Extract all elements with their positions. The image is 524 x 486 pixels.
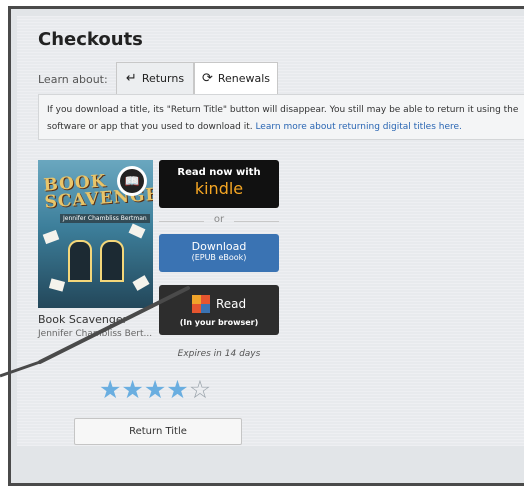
cover-paper — [132, 275, 150, 291]
cover-author: Jennifer Chambliss Bertman — [60, 214, 150, 223]
tab-renewals-label: Renewals — [217, 72, 271, 85]
star-rating[interactable]: ★★★★☆ — [99, 377, 211, 402]
tab-returns-label: Returns — [141, 72, 185, 85]
star-full-icon[interactable]: ★ — [166, 375, 188, 404]
page-title: Checkouts — [38, 29, 143, 50]
book-title[interactable]: Book Scavenger — [38, 313, 127, 326]
read-browser-icon — [192, 295, 210, 313]
open-book-icon: 📖 — [120, 169, 144, 193]
read-button-line2: (In your browser) — [179, 318, 259, 327]
read-with-kindle-button[interactable]: Read now with kindle — [159, 160, 279, 208]
return-title-button[interactable]: Return Title — [74, 418, 242, 445]
star-full-icon[interactable]: ★ — [121, 375, 143, 404]
cover-paper — [42, 229, 60, 245]
cover-window — [100, 240, 124, 282]
return-info-box: If you download a title, its "Return Tit… — [38, 94, 524, 140]
learn-about-label: Learn about: — [38, 73, 108, 86]
return-arrow-icon: ↵ — [125, 71, 137, 86]
cover-paper — [128, 223, 146, 239]
star-full-icon[interactable]: ★ — [99, 375, 121, 404]
read-button-line1: Read — [216, 297, 247, 311]
or-text: or — [213, 214, 225, 225]
or-divider: or — [159, 214, 279, 228]
download-button-line1: Download — [191, 240, 247, 253]
tab-returns[interactable]: ↵ Returns — [116, 62, 194, 94]
book-cover[interactable]: BOOK SCAVENGER Jennifer Chambliss Bertma… — [38, 160, 153, 308]
kindle-logo-text: kindle — [194, 179, 244, 198]
ebook-badge: 📖 — [117, 166, 147, 196]
book-author[interactable]: Jennifer Chambliss Bert... — [38, 329, 152, 339]
checkouts-panel: Checkouts Learn about: ↵ Returns ⟳ Renew… — [17, 16, 524, 446]
download-epub-button[interactable]: Download (EPUB eBook) — [159, 234, 279, 272]
read-in-browser-button[interactable]: Read (In your browser) — [159, 285, 279, 335]
download-button-line2: (EPUB eBook) — [191, 253, 247, 262]
learn-more-link[interactable]: Learn more about returning digital title… — [255, 122, 461, 132]
cover-paper — [48, 278, 66, 292]
star-full-icon[interactable]: ★ — [144, 375, 166, 404]
cover-window — [68, 240, 92, 282]
kindle-button-line1: Read now with — [177, 167, 261, 178]
star-empty-icon[interactable]: ☆ — [189, 375, 211, 404]
tab-renewals[interactable]: ⟳ Renewals — [194, 62, 278, 94]
expiration-text: Expires in 14 days — [177, 349, 261, 359]
refresh-icon: ⟳ — [201, 71, 213, 86]
